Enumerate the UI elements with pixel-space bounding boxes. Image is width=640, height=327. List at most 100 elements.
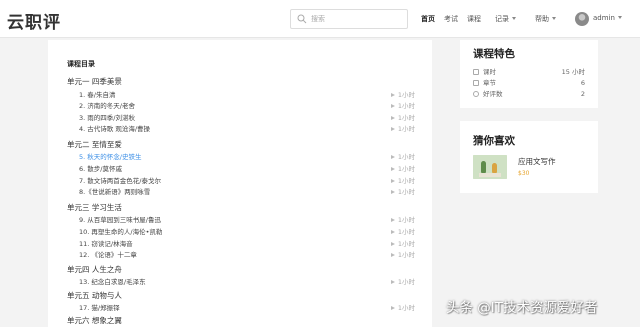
list-icon — [473, 80, 479, 86]
search-box[interactable] — [290, 9, 408, 29]
lesson-item[interactable]: 13. 纪念白求恩/毛泽东 1小时 — [67, 277, 415, 288]
lesson-duration-text: 1小时 — [397, 91, 415, 99]
lesson-duration-text: 1小时 — [397, 114, 415, 122]
course-features-card: 课程特色 课时 15 小时 章节 6 好评数 2 — [460, 40, 598, 108]
top-navbar: 云职评 首页 考试 课程 记录 帮助 admin — [0, 0, 640, 38]
username: admin — [593, 14, 615, 22]
nav-course[interactable]: 课程 — [467, 14, 481, 24]
stat-value: 6 — [580, 79, 585, 87]
recommend-course-price: $30 — [518, 170, 530, 177]
user-avatar[interactable] — [575, 12, 589, 26]
search-input[interactable] — [311, 12, 403, 26]
lesson-item[interactable]: 3. 雨的四季/刘湛秋 1小时 — [67, 113, 415, 124]
lesson-duration: 1小时 — [390, 164, 415, 175]
lesson-item[interactable]: 1. 春/朱自清 1小时 — [67, 90, 415, 101]
nav-records[interactable]: 记录 — [495, 14, 516, 24]
lesson-duration-text: 1小时 — [397, 102, 415, 110]
lesson-duration-text: 1小时 — [397, 165, 415, 173]
nav-home[interactable]: 首页 — [421, 14, 435, 24]
nav-exam[interactable]: 考试 — [444, 14, 458, 24]
recommend-card: 猜你喜欢 应用文写作 $30 — [460, 121, 598, 193]
play-icon — [390, 306, 395, 310]
lesson-title: 11. 窃读记/林海音 — [79, 240, 133, 248]
lesson-duration-text: 1小时 — [397, 251, 415, 259]
chevron-down-icon — [552, 17, 556, 20]
features-title: 课程特色 — [473, 48, 515, 60]
unit-heading: 单元一 四季美景 — [67, 77, 122, 86]
lesson-duration: 1小时 — [390, 215, 415, 226]
lesson-duration: 1小时 — [390, 113, 415, 124]
lesson-duration: 1小时 — [390, 239, 415, 250]
lesson-title: 8.《世说新语》两则咏雪 — [79, 188, 151, 196]
lesson-duration: 1小时 — [390, 250, 415, 261]
nav-help-label: 帮助 — [535, 15, 549, 23]
play-icon — [390, 116, 395, 120]
lesson-item[interactable]: 17. 猫/郑振铎 1小时 — [67, 303, 415, 314]
chevron-down-icon — [617, 16, 622, 19]
lesson-title: 13. 纪念白求恩/毛泽东 — [79, 278, 146, 286]
lesson-duration-text: 1小时 — [397, 240, 415, 248]
recommend-thumbnail[interactable] — [473, 155, 507, 179]
lesson-duration: 1小时 — [390, 176, 415, 187]
lesson-item[interactable]: 9. 从百草园到三味书屋/鲁迅 1小时 — [67, 215, 415, 226]
unit-heading: 单元六 想象之翼 — [67, 316, 122, 325]
lesson-title: 1. 春/朱自清 — [79, 91, 116, 99]
catalog-title: 课程目录 — [67, 60, 95, 68]
site-logo[interactable]: 云职评 — [7, 8, 61, 33]
unit-heading: 单元四 人生之舟 — [67, 265, 122, 274]
clock-icon — [473, 69, 479, 75]
course-catalog-panel: 课程目录 单元一 四季美景 1. 春/朱自清 1小时 2. 济南的冬天/老舍 1小时… — [48, 40, 432, 327]
lesson-duration-text: 1小时 — [397, 228, 415, 236]
stat-reviews: 好评数 2 — [473, 90, 585, 99]
unit-heading: 单元三 学习生活 — [67, 203, 122, 212]
stat-chapters: 章节 6 — [473, 79, 585, 88]
stat-label: 好评数 — [483, 90, 503, 98]
lesson-item[interactable]: 7. 散文诗两首金色花/泰戈尔 1小时 — [67, 176, 415, 187]
play-icon — [390, 127, 395, 131]
unit-heading: 单元二 至情至爱 — [67, 140, 122, 149]
lesson-item[interactable]: 10. 再塑生命的人/海伦•凯勒 1小时 — [67, 227, 415, 238]
lesson-item[interactable]: 12. 《论语》十二章 1小时 — [67, 250, 415, 261]
lesson-duration-text: 1小时 — [397, 153, 415, 161]
lesson-duration: 1小时 — [390, 277, 415, 288]
play-icon — [390, 167, 395, 171]
lesson-duration: 1小时 — [390, 187, 415, 198]
stat-value: 15 小时 — [561, 68, 585, 76]
play-icon — [390, 280, 395, 284]
search-icon — [297, 14, 307, 24]
stat-label: 章节 — [483, 79, 496, 87]
lesson-title: 17. 猫/郑振铎 — [79, 304, 120, 312]
chevron-down-icon — [512, 17, 516, 20]
lesson-duration-text: 1小时 — [397, 216, 415, 224]
lesson-title: 5. 秋天的怀念/史铁生 — [79, 153, 142, 161]
play-icon — [390, 155, 395, 159]
lesson-duration: 1小时 — [390, 227, 415, 238]
play-icon — [390, 218, 395, 222]
lesson-item-current[interactable]: 5. 秋天的怀念/史铁生 1小时 — [67, 152, 415, 163]
lesson-duration-text: 1小时 — [397, 188, 415, 196]
lesson-item[interactable]: 11. 窃读记/林海音 1小时 — [67, 239, 415, 250]
stat-label: 课时 — [483, 68, 496, 76]
lesson-title: 6. 散步/莫怀戚 — [79, 165, 122, 173]
lesson-item[interactable]: 6. 散步/莫怀戚 1小时 — [67, 164, 415, 175]
lesson-duration: 1小时 — [390, 124, 415, 135]
play-icon — [390, 230, 395, 234]
lesson-duration: 1小时 — [390, 101, 415, 112]
lesson-item[interactable]: 2. 济南的冬天/老舍 1小时 — [67, 101, 415, 112]
lesson-title: 10. 再塑生命的人/海伦•凯勒 — [79, 228, 163, 236]
user-menu[interactable]: admin — [593, 14, 622, 22]
lesson-duration-text: 1小时 — [397, 177, 415, 185]
lesson-title: 9. 从百草园到三味书屋/鲁迅 — [79, 216, 161, 224]
nav-help[interactable]: 帮助 — [535, 14, 556, 24]
lesson-title: 4. 古代诗歌 观沧海/曹操 — [79, 125, 151, 133]
play-icon — [390, 253, 395, 257]
play-icon — [390, 93, 395, 97]
lesson-title: 3. 雨的四季/刘湛秋 — [79, 114, 135, 122]
recommend-course-name[interactable]: 应用文写作 — [518, 156, 556, 167]
lesson-item[interactable]: 4. 古代诗歌 观沧海/曹操 1小时 — [67, 124, 415, 135]
lesson-item[interactable]: 8.《世说新语》两则咏雪 1小时 — [67, 187, 415, 198]
lesson-title: 12. 《论语》十二章 — [79, 251, 137, 259]
nav-records-label: 记录 — [495, 15, 509, 23]
stat-hours: 课时 15 小时 — [473, 68, 585, 77]
lesson-title: 2. 济南的冬天/老舍 — [79, 102, 135, 110]
